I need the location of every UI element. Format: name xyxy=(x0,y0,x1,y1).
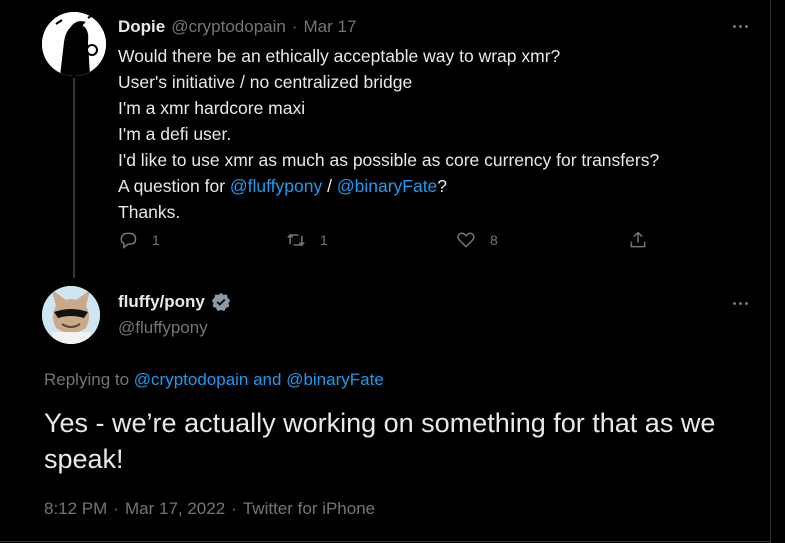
replying-to-users[interactable]: @cryptodopain and @binaryFate xyxy=(134,370,384,389)
replying-prefix: Replying to xyxy=(44,370,134,389)
scrollbar[interactable] xyxy=(771,0,785,543)
author-name[interactable]: Dopie xyxy=(118,17,165,37)
share-button[interactable] xyxy=(628,230,648,250)
tweet-time[interactable]: 8:12 PM xyxy=(44,499,107,519)
reply-button[interactable]: 1 xyxy=(118,230,160,250)
main-tweet-author: fluffy/pony xyxy=(118,292,231,312)
thread-connector xyxy=(73,78,75,278)
replying-to: Replying to @cryptodopain and @binaryFat… xyxy=(44,370,384,390)
tweet-line: Thanks. xyxy=(118,202,181,222)
parent-tweet-header: Dopie @cryptodopain · Mar 17 xyxy=(118,17,356,37)
tweet-line: I'm a defi user. xyxy=(118,124,232,144)
question-separator: / xyxy=(322,176,337,196)
more-icon xyxy=(732,24,736,28)
verified-badge-icon xyxy=(211,292,231,312)
avatar-fluffypony[interactable] xyxy=(42,286,100,344)
retweet-icon xyxy=(287,233,305,247)
timeline-column: Dopie @cryptodopain · Mar 17 Would there… xyxy=(0,0,771,543)
tweet-line: Would there be an ethically acceptable w… xyxy=(118,46,561,66)
retweet-count: 1 xyxy=(320,232,328,248)
mention-binaryfate[interactable]: @binaryFate xyxy=(337,176,437,196)
tweet-date[interactable]: Mar 17 xyxy=(304,17,357,37)
tweet-metadata: 8:12 PM · Mar 17, 2022 · Twitter for iPh… xyxy=(44,499,375,519)
like-button[interactable]: 8 xyxy=(456,230,498,250)
author-name[interactable]: fluffy/pony xyxy=(118,292,205,312)
tweet-date[interactable]: Mar 17, 2022 xyxy=(125,499,225,519)
tweet-line: User's initiative / no centralized bridg… xyxy=(118,72,413,92)
more-icon xyxy=(738,301,742,305)
avatar-dopie[interactable] xyxy=(42,12,106,76)
parent-tweet-text: Would there be an ethically acceptable w… xyxy=(118,43,758,225)
more-icon xyxy=(732,301,736,305)
share-icon xyxy=(630,231,646,248)
meta-separator: · xyxy=(231,499,237,518)
more-icon xyxy=(738,24,742,28)
like-count: 8 xyxy=(490,232,498,248)
divider xyxy=(0,541,770,542)
more-options-button[interactable] xyxy=(729,296,751,310)
author-handle[interactable]: @cryptodopain xyxy=(171,17,286,37)
like-icon xyxy=(457,232,475,248)
question-prefix: A question for xyxy=(118,176,230,196)
meta-separator: · xyxy=(113,499,119,518)
parent-tweet-actions: 1 1 8 xyxy=(118,230,658,258)
tweet-line: I'd like to use xmr as much as possible … xyxy=(118,150,660,170)
question-suffix: ? xyxy=(437,176,448,196)
tweet-source[interactable]: Twitter for iPhone xyxy=(243,499,375,519)
main-tweet-text: Yes - we’re actually working on somethin… xyxy=(44,408,716,474)
reply-icon xyxy=(120,232,137,250)
header-separator: · xyxy=(291,17,298,36)
more-icon xyxy=(744,24,748,28)
retweet-button[interactable]: 1 xyxy=(286,230,328,250)
more-icon xyxy=(744,301,748,305)
reply-count: 1 xyxy=(152,232,160,248)
author-handle[interactable]: @fluffypony xyxy=(118,318,208,338)
more-options-button[interactable] xyxy=(729,19,751,33)
tweet-line: I'm a xmr hardcore maxi xyxy=(118,98,306,118)
mention-fluffypony[interactable]: @fluffypony xyxy=(230,176,322,196)
avatar-illustration xyxy=(42,12,106,76)
avatar-illustration xyxy=(42,286,100,344)
tweet-line-question: A question for @fluffypony / @binaryFate… xyxy=(118,173,758,199)
